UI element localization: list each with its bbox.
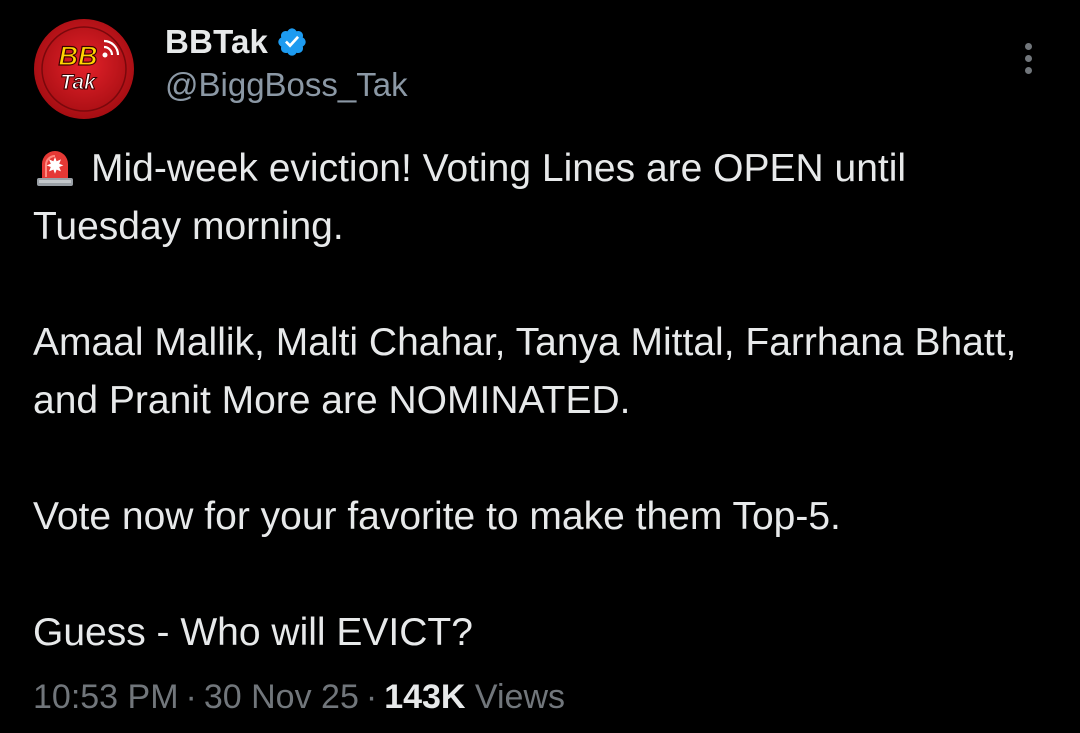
views-count[interactable]: 143K — [384, 678, 465, 716]
tweet-detail: BB Tak BBTak @BiggBoss_Tak Mid-week evic… — [0, 0, 1080, 733]
meta-separator: · — [185, 678, 197, 716]
tweet-line-3: Vote now for your favorite to make them … — [33, 495, 841, 538]
author-display-name[interactable]: BBTak — [165, 23, 268, 61]
more-options-button[interactable] — [1010, 38, 1046, 78]
avatar-logo-text: BB — [59, 41, 98, 71]
author-handle[interactable]: @BiggBoss_Tak — [165, 66, 408, 104]
tweet-line-2: Amaal Mallik, Malti Chahar, Tanya Mittal… — [33, 321, 1017, 422]
meta-separator: · — [365, 678, 378, 716]
more-vertical-icon-dot — [1025, 67, 1032, 74]
tweet-line-4: Guess - Who will EVICT? — [33, 611, 473, 654]
tweet-time[interactable]: 10:53 PM — [33, 678, 179, 716]
more-vertical-icon — [1025, 43, 1032, 50]
more-vertical-icon-dot — [1025, 55, 1032, 62]
tweet-line-1: Mid-week eviction! Voting Lines are OPEN… — [33, 140, 1053, 256]
avatar[interactable]: BB Tak — [32, 17, 136, 121]
tweet-date[interactable]: 30 Nov 25 — [204, 678, 359, 716]
verified-badge-icon — [278, 28, 306, 56]
bbtak-logo-icon: BB Tak — [34, 19, 134, 119]
police-siren-icon — [37, 151, 73, 186]
avatar-logo-subtext: Tak — [60, 71, 97, 94]
views-label: Views — [474, 678, 566, 716]
tweet-line-1-text: Mid-week eviction! Voting Lines are OPEN… — [33, 147, 907, 248]
tweet-meta: 10:53 PM · 30 Nov 25 · 143K Views — [33, 678, 565, 717]
author-name-row: BBTak — [165, 20, 308, 64]
tweet-text: Mid-week eviction! Voting Lines are OPEN… — [33, 140, 1053, 662]
